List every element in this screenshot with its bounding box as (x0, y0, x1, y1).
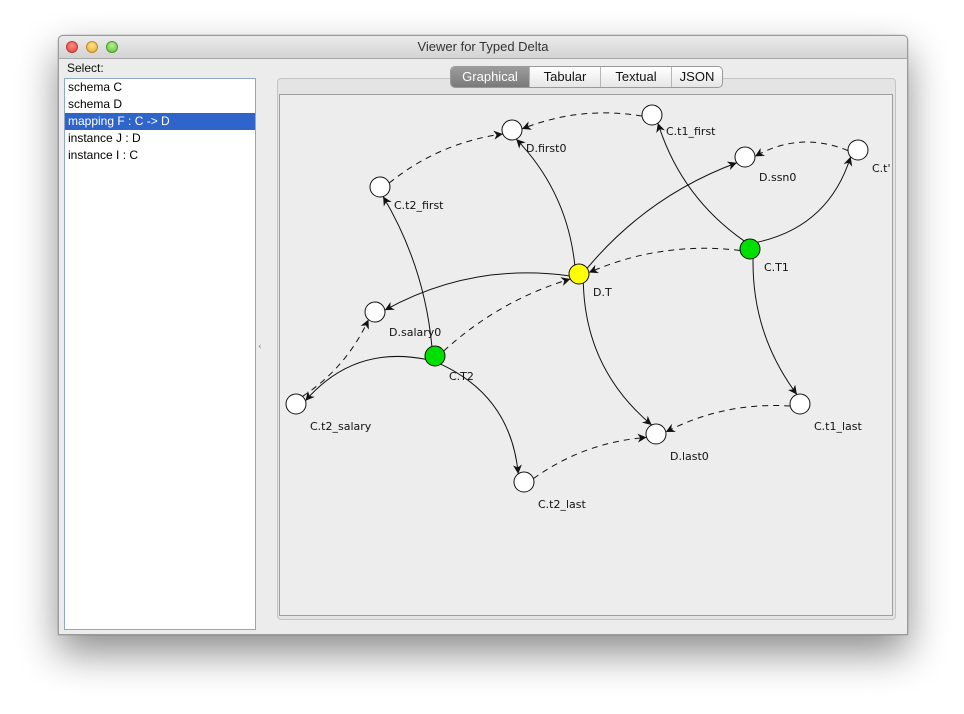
list-item-mapping-f[interactable]: mapping F : C -> D (65, 113, 255, 130)
graph-edge-C.t1_last-D.last0 (665, 405, 791, 433)
app-window: Viewer for Typed Delta Select: schema C … (58, 35, 908, 635)
graph-edge-C.T1-C.t1_last (752, 258, 798, 395)
graph-node-D.first0[interactable] (501, 119, 523, 141)
window-title: Viewer for Typed Delta (417, 39, 549, 54)
tab-textual[interactable]: Textual (600, 67, 671, 87)
graph-node-C.t1_first[interactable] (641, 104, 663, 126)
graph-edge-C.T2-C.t2_salary (305, 356, 426, 402)
tab-graphical[interactable]: Graphical (451, 67, 529, 87)
graph-node-C.t2_salary[interactable] (285, 393, 307, 415)
title-bar: Viewer for Typed Delta (59, 36, 907, 59)
graph-node-label-C.t2_salary: C.t2_salary (310, 420, 372, 433)
graph-node-label-D.salary0: D.salary0 (389, 326, 441, 339)
graph-node-D.ssn0[interactable] (734, 146, 756, 168)
list-item-schema-c[interactable]: schema C (65, 79, 255, 96)
graph-canvas[interactable]: C.t1_first D.first0 D.ssn0 C.t' C.t2_first C.… (279, 94, 893, 616)
item-list[interactable]: schema C schema D mapping F : C -> D ins… (64, 78, 256, 630)
graph-node-label-C.T2: C.T2 (449, 370, 474, 383)
graph-edge-C.T1-C.t1_ssn (757, 156, 853, 243)
graph-node-D.salary0[interactable] (364, 301, 386, 323)
graph-node-D.last0[interactable] (645, 423, 667, 445)
split-pane-divider[interactable]: ‹ (258, 342, 262, 352)
graph-node-label-D.ssn0: D.ssn0 (759, 171, 796, 184)
graph-node-label-C.T1: C.T1 (764, 261, 789, 274)
graph-node-D.T[interactable] (568, 263, 590, 285)
graph-edge-C.T2-D.T (443, 277, 571, 352)
graph-node-label-C.t2_first: C.t2_first (394, 199, 444, 212)
graph-edge-C.T2-C.t2_first (382, 196, 433, 347)
graph-edge-D.T-D.last0 (582, 282, 652, 426)
graph-node-C.t2_first[interactable] (369, 176, 391, 198)
graph-edge-C.T1-C.t1_first (656, 122, 745, 242)
graph-edge-C.t2_salary-D.salary0 (302, 319, 369, 397)
graph-node-C.T2[interactable] (424, 345, 446, 367)
graph-node-C.t1_ssn[interactable] (847, 139, 869, 161)
graph-edge-C.t1_first-D.first0 (521, 112, 643, 130)
graph-node-C.t1_last[interactable] (789, 393, 811, 415)
list-item-instance-j[interactable]: instance J : D (65, 130, 255, 147)
graph-node-label-C.t2_last: C.t2_last (538, 498, 587, 511)
graph-svg[interactable]: C.t1_first D.first0 D.ssn0 C.t' C.t2_first C.… (280, 95, 892, 615)
graph-edge-C.t2_first-D.first0 (388, 130, 503, 184)
graph-node-label-D.first0: D.first0 (526, 142, 566, 155)
graph-node-label-C.t1_ssn: C.t' (872, 162, 891, 175)
graph-node-label-C.t1_last: C.t1_last (814, 420, 863, 433)
graph-node-C.T1[interactable] (739, 238, 761, 260)
graph-edge-D.T-D.ssn0 (586, 161, 737, 269)
graph-edge-C.T1-D.T (588, 247, 741, 274)
tab-tabular[interactable]: Tabular (529, 67, 600, 87)
graph-edge-C.t1_ssn-D.ssn0 (754, 141, 849, 157)
graph-node-C.t2_last[interactable] (513, 471, 535, 493)
select-label: Select: (67, 61, 104, 75)
graph-edge-D.T-D.salary0 (384, 272, 570, 311)
tab-json[interactable]: JSON (671, 67, 722, 87)
list-item-schema-d[interactable]: schema D (65, 96, 255, 113)
graph-node-label-D.last0: D.last0 (670, 450, 709, 463)
view-tabs: Graphical Tabular Textual JSON (450, 66, 723, 88)
graph-node-label-D.T: D.T (593, 286, 612, 299)
graph-edge-D.T-D.first0 (515, 138, 576, 265)
graph-edge-C.t2_last-D.last0 (533, 433, 647, 479)
list-item-instance-i[interactable]: instance I : C (65, 147, 255, 164)
graph-node-label-C.t1_first: C.t1_first (666, 125, 716, 138)
